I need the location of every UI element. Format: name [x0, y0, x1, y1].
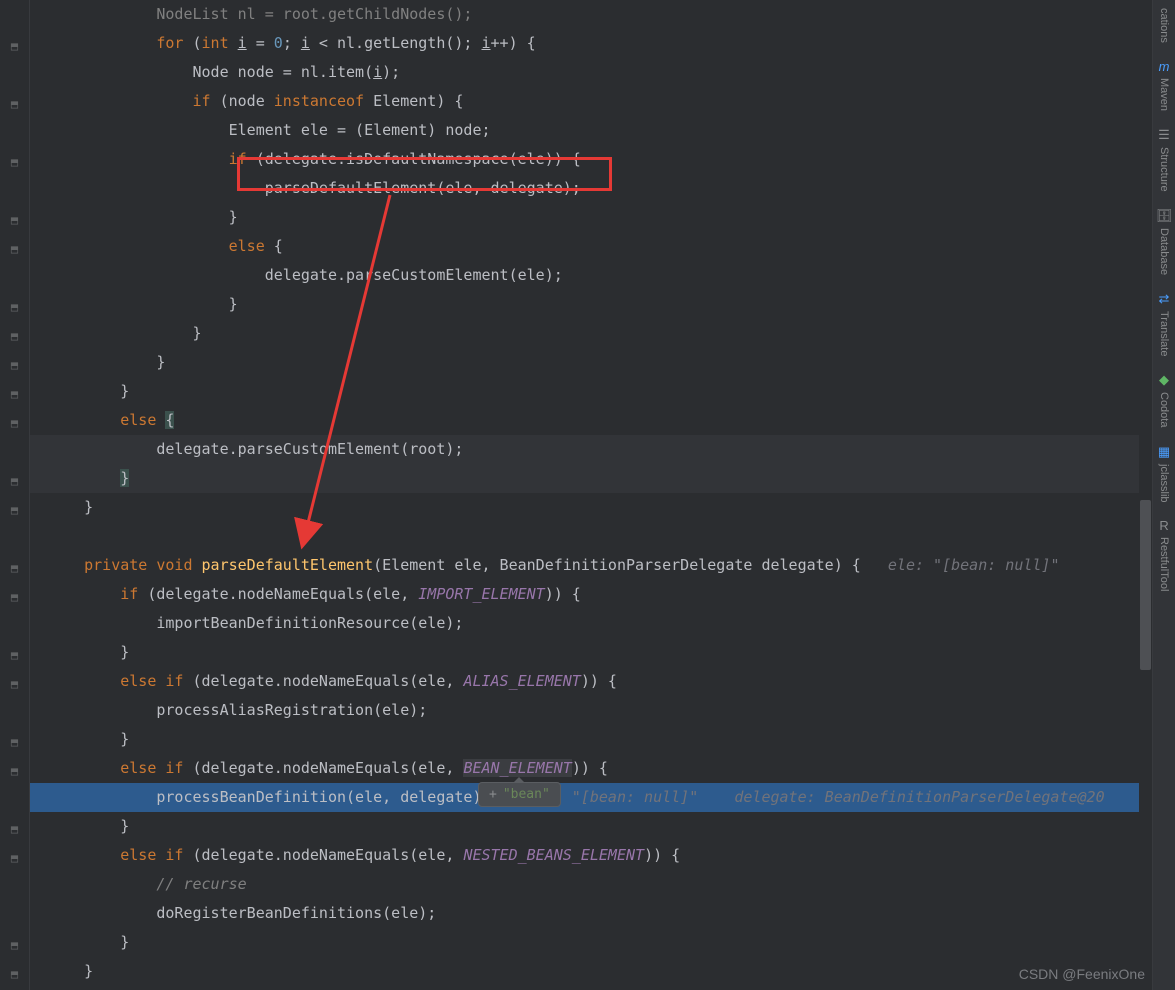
gutter-marker: ⬒ — [0, 466, 29, 495]
code-line: } — [30, 493, 1152, 522]
gutter-marker: ⬒ — [0, 814, 29, 843]
code-line: Element ele = (Element) node; — [30, 116, 1152, 145]
sidebar-item-notifications[interactable]: cations — [1153, 0, 1175, 51]
sidebar-item-maven[interactable]: mMaven — [1153, 51, 1175, 119]
code-line: else { — [30, 232, 1152, 261]
code-line — [30, 522, 1152, 551]
sidebar-item-translate[interactable]: ⇄Translate — [1153, 283, 1175, 364]
code-line: } — [30, 377, 1152, 406]
editor-container: ⬒ ⬒ ⬒ ⬒ ⬒ ⬒ ⬒ ⬒ ⬒ ⬒ ⬒ ⬒ ⬒ ⬒ ⬒ ⬒ ⬒ ⬒ ⬒ ⬒ … — [0, 0, 1175, 990]
gutter-marker: ⬒ — [0, 292, 29, 321]
code-line: } — [30, 928, 1152, 957]
scrollbar-track[interactable] — [1139, 0, 1152, 990]
code-editor[interactable]: NodeList nl = root.getChildNodes(); for … — [30, 0, 1152, 990]
gutter-marker: ⬒ — [0, 756, 29, 785]
code-line: if (node instanceof Element) { — [30, 87, 1152, 116]
gutter-marker: ⬒ — [0, 843, 29, 872]
restful-icon: R — [1159, 518, 1168, 533]
code-line: } — [30, 638, 1152, 667]
gutter-marker — [0, 698, 29, 727]
gutter-marker — [0, 263, 29, 292]
jclasslib-icon: ▦ — [1158, 444, 1170, 460]
gutter-marker: ⬒ — [0, 669, 29, 698]
plus-icon: + — [489, 787, 497, 802]
code-line: else { — [30, 406, 1152, 435]
gutter: ⬒ ⬒ ⬒ ⬒ ⬒ ⬒ ⬒ ⬒ ⬒ ⬒ ⬒ ⬒ ⬒ ⬒ ⬒ ⬒ ⬒ ⬒ ⬒ ⬒ … — [0, 0, 30, 990]
gutter-marker: ⬒ — [0, 495, 29, 524]
right-sidebar: cations mMaven ☰Structure 🗄Database ⇄Tra… — [1152, 0, 1175, 990]
code-line: for (int i = 0; i < nl.getLength(); i++)… — [30, 29, 1152, 58]
gutter-marker — [0, 437, 29, 466]
gutter-marker: ⬒ — [0, 959, 29, 988]
execution-line: processBeanDefinition(ele, delegate) "[b… — [30, 783, 1152, 812]
sidebar-item-structure[interactable]: ☰Structure — [1153, 119, 1175, 200]
code-line: doRegisterBeanDefinitions(ele); — [30, 899, 1152, 928]
code-line: private void parseDefaultElement(Element… — [30, 551, 1152, 580]
tooltip-value: "bean" — [503, 787, 550, 802]
sidebar-item-database[interactable]: 🗄Database — [1153, 200, 1175, 283]
code-line: NodeList nl = root.getChildNodes(); — [30, 0, 1152, 29]
gutter-marker: ⬒ — [0, 89, 29, 118]
gutter-marker — [0, 2, 29, 31]
gutter-marker — [0, 524, 29, 553]
gutter-marker — [0, 118, 29, 147]
codota-icon: ◆ — [1159, 372, 1169, 388]
gutter-marker: ⬒ — [0, 205, 29, 234]
code-line: } — [30, 725, 1152, 754]
gutter-marker: ⬒ — [0, 234, 29, 263]
code-line: delegate.parseCustomElement(root); — [30, 435, 1152, 464]
translate-icon: ⇄ — [1159, 291, 1170, 307]
gutter-marker — [0, 176, 29, 205]
scrollbar-thumb[interactable] — [1140, 500, 1151, 670]
annotation-box — [237, 157, 612, 191]
gutter-marker — [0, 901, 29, 930]
code-line: } — [30, 464, 1152, 493]
gutter-marker: ⬒ — [0, 930, 29, 959]
code-line: else if (delegate.nodeNameEquals(ele, NE… — [30, 841, 1152, 870]
gutter-marker: ⬒ — [0, 727, 29, 756]
watermark: CSDN @FeenixOne — [1019, 966, 1145, 982]
gutter-marker: ⬒ — [0, 553, 29, 582]
gutter-marker: ⬒ — [0, 640, 29, 669]
code-line: if (delegate.nodeNameEquals(ele, IMPORT_… — [30, 580, 1152, 609]
database-icon: 🗄 — [1156, 208, 1173, 224]
value-tooltip: + "bean" — [478, 782, 561, 807]
structure-icon: ☰ — [1158, 127, 1170, 143]
code-line: importBeanDefinitionResource(ele); — [30, 609, 1152, 638]
gutter-marker — [0, 872, 29, 901]
code-line: processAliasRegistration(ele); — [30, 696, 1152, 725]
code-line: } — [30, 290, 1152, 319]
gutter-marker: ⬒ — [0, 408, 29, 437]
code-line: // recurse — [30, 870, 1152, 899]
sidebar-item-jclasslib[interactable]: ▦jclasslib — [1153, 436, 1175, 511]
gutter-marker: ⬒ — [0, 31, 29, 60]
code-line: } — [30, 348, 1152, 377]
gutter-marker: ⬒ — [0, 379, 29, 408]
gutter-marker: ⬒ — [0, 582, 29, 611]
gutter-marker: ⬒ — [0, 321, 29, 350]
code-line: else if (delegate.nodeNameEquals(ele, AL… — [30, 667, 1152, 696]
code-line: } — [30, 812, 1152, 841]
sidebar-item-restfultool[interactable]: RRestfulTool — [1153, 510, 1175, 599]
code-line: } — [30, 319, 1152, 348]
code-line: else if (delegate.nodeNameEquals(ele, BE… — [30, 754, 1152, 783]
code-line: Node node = nl.item(i); — [30, 58, 1152, 87]
gutter-marker — [0, 611, 29, 640]
code-line: } — [30, 203, 1152, 232]
code-line: } — [30, 957, 1152, 986]
code-line: delegate.parseCustomElement(ele); — [30, 261, 1152, 290]
sidebar-item-codota[interactable]: ◆Codota — [1153, 364, 1175, 435]
gutter-marker — [0, 785, 29, 814]
gutter-marker — [0, 60, 29, 89]
gutter-marker: ⬒ — [0, 147, 29, 176]
gutter-marker: ⬒ — [0, 350, 29, 379]
maven-icon: m — [1159, 59, 1170, 74]
